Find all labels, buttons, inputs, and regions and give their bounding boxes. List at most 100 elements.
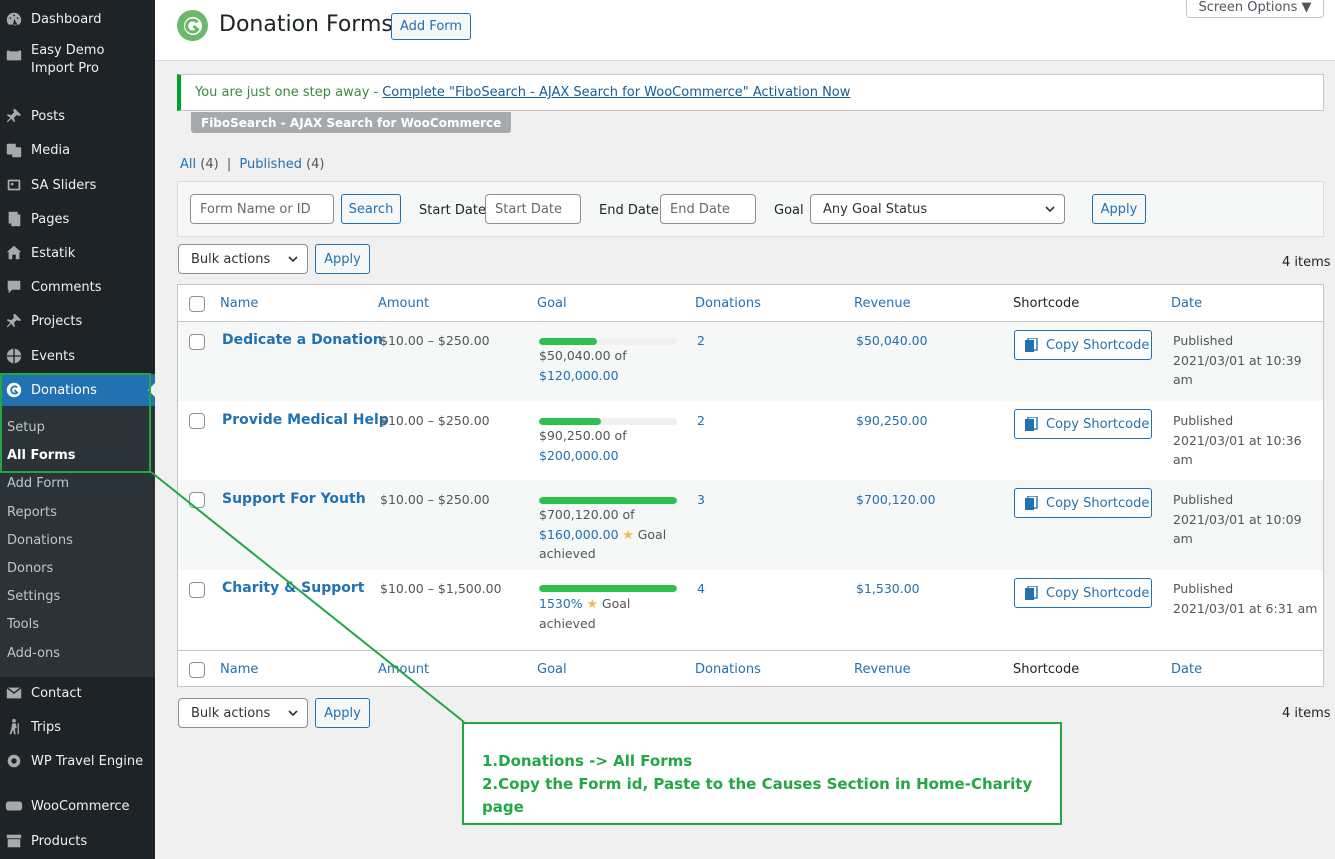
- form-title-link[interactable]: Charity & Support: [222, 579, 364, 599]
- form-title-link[interactable]: Support For Youth: [222, 490, 366, 510]
- screen-options-button[interactable]: Screen Options ▼: [1186, 0, 1324, 18]
- menu-projects[interactable]: Projects: [0, 306, 155, 336]
- goal-target-link[interactable]: $120,000.00: [539, 368, 619, 383]
- copy-shortcode-button[interactable]: Copy Shortcode: [1014, 578, 1152, 608]
- goal-target-link[interactable]: $200,000.00: [539, 448, 619, 463]
- goal-status-select[interactable]: Any Goal Status: [810, 194, 1065, 224]
- select-all-checkbox[interactable]: [189, 296, 205, 312]
- form-title-link[interactable]: Provide Medical Help: [222, 411, 389, 431]
- menu-label: Products: [31, 833, 88, 849]
- goal-text: 1530% ★ Goal achieved: [539, 594, 684, 633]
- goal-percent-link[interactable]: 1530%: [539, 596, 583, 611]
- row-checkbox[interactable]: [189, 582, 205, 598]
- table-row: Support For Youth $10.00 – $250.00 $700,…: [178, 480, 1323, 570]
- donations-count-link[interactable]: 3: [697, 490, 705, 510]
- submenu-all-forms[interactable]: All Forms: [7, 448, 75, 463]
- search-button[interactable]: Search: [341, 194, 401, 224]
- end-date-input[interactable]: End Date: [660, 194, 756, 224]
- column-revenue-footer[interactable]: Revenue: [854, 662, 911, 677]
- column-goal[interactable]: Goal: [537, 296, 567, 311]
- menu-estatik[interactable]: Estatik: [0, 238, 155, 268]
- submenu-add-form[interactable]: Add Form: [7, 476, 69, 491]
- bulk-actions-value: Bulk actions: [191, 251, 271, 267]
- column-donations-footer[interactable]: Donations: [695, 662, 761, 677]
- start-date-input[interactable]: Start Date: [485, 194, 581, 224]
- filter-apply-button[interactable]: Apply: [1092, 194, 1146, 224]
- column-amount[interactable]: Amount: [378, 296, 429, 311]
- row-checkbox[interactable]: [189, 492, 205, 508]
- submenu-donors[interactable]: Donors: [7, 561, 53, 576]
- form-title-link[interactable]: Dedicate a Donation: [222, 331, 383, 351]
- clipboard-icon: [1025, 338, 1038, 352]
- goal-progress-fill: [539, 418, 602, 425]
- revenue-link[interactable]: $50,040.00: [856, 331, 928, 351]
- revenue-link[interactable]: $90,250.00: [856, 411, 928, 431]
- notice-activation-link[interactable]: Complete "FiboSearch - AJAX Search for W…: [382, 85, 850, 100]
- menu-dashboard[interactable]: Dashboard: [0, 4, 155, 34]
- bulk-apply-button-bottom[interactable]: Apply: [315, 698, 370, 728]
- menu-easy-demo-import[interactable]: Easy Demo Import Pro: [0, 42, 130, 86]
- submenu-reports[interactable]: Reports: [7, 505, 57, 520]
- donations-count-link[interactable]: 2: [697, 331, 705, 351]
- donations-count-link[interactable]: 4: [697, 579, 705, 599]
- view-all-count: (4): [200, 157, 219, 172]
- view-all-link[interactable]: All: [180, 157, 196, 172]
- menu-donations[interactable]: Donations: [0, 374, 155, 406]
- goal-progress-fill: [539, 338, 597, 345]
- filter-bar: Form Name or ID Search Start Date Start …: [177, 181, 1324, 237]
- submenu-tools[interactable]: Tools: [7, 617, 39, 632]
- submenu-settings[interactable]: Settings: [7, 589, 60, 604]
- menu-label: Trips: [31, 719, 62, 735]
- menu-label: Events: [31, 348, 76, 364]
- bulk-apply-button-top[interactable]: Apply: [315, 244, 370, 274]
- menu-woocommerce[interactable]: WooCommerce: [0, 791, 155, 821]
- column-goal-footer[interactable]: Goal: [537, 662, 567, 677]
- menu-products[interactable]: Products: [0, 826, 155, 856]
- menu-comments[interactable]: Comments: [0, 272, 155, 302]
- form-amount: $10.00 – $1,500.00: [380, 581, 502, 596]
- copy-shortcode-button[interactable]: Copy Shortcode: [1014, 488, 1152, 518]
- archive-icon: [4, 831, 24, 851]
- column-date-footer[interactable]: Date: [1171, 662, 1202, 677]
- form-search-input[interactable]: Form Name or ID: [190, 194, 334, 224]
- menu-wp-travel-engine[interactable]: WP Travel Engine: [0, 746, 155, 776]
- submenu-donations[interactable]: Donations: [7, 533, 73, 548]
- donations-count-link[interactable]: 2: [697, 411, 705, 431]
- menu-contact[interactable]: Contact: [0, 678, 155, 708]
- goal-text: $90,250.00 of $200,000.00: [539, 426, 684, 465]
- menu-events[interactable]: Events: [0, 341, 155, 371]
- menu-sa-sliders[interactable]: SA Sliders: [0, 170, 155, 200]
- bulk-actions-select-top[interactable]: Bulk actions: [178, 244, 308, 274]
- form-date: Published 2021/03/01 at 10:39 am: [1173, 331, 1323, 390]
- column-name-footer[interactable]: Name: [220, 662, 258, 677]
- column-date[interactable]: Date: [1171, 296, 1202, 311]
- items-count-top: 4 items: [1282, 255, 1331, 270]
- page-title: Donation Forms: [219, 12, 393, 37]
- row-checkbox[interactable]: [189, 413, 205, 429]
- revenue-link[interactable]: $700,120.00: [856, 490, 936, 510]
- column-donations[interactable]: Donations: [695, 296, 761, 311]
- row-checkbox[interactable]: [189, 334, 205, 350]
- start-date-label: Start Date: [419, 203, 486, 218]
- page-header: Donation Forms Add Form Screen Options ▼: [155, 0, 1335, 61]
- menu-trips[interactable]: Trips: [0, 712, 155, 742]
- revenue-link[interactable]: $1,530.00: [856, 579, 920, 599]
- column-revenue[interactable]: Revenue: [854, 296, 911, 311]
- view-published-link[interactable]: Published: [239, 157, 302, 172]
- pin-icon: [4, 311, 24, 331]
- import-icon: [4, 45, 24, 65]
- menu-posts[interactable]: Posts: [0, 101, 155, 131]
- copy-shortcode-button[interactable]: Copy Shortcode: [1014, 330, 1152, 360]
- column-amount-footer[interactable]: Amount: [378, 662, 429, 677]
- submenu-setup[interactable]: Setup: [7, 420, 45, 435]
- menu-media[interactable]: Media: [0, 135, 155, 165]
- goal-target-link[interactable]: $160,000.00: [539, 527, 619, 542]
- add-form-button[interactable]: Add Form: [391, 13, 472, 40]
- comment-icon: [4, 277, 24, 297]
- column-name[interactable]: Name: [220, 296, 258, 311]
- menu-pages[interactable]: Pages: [0, 204, 155, 234]
- select-all-checkbox-footer[interactable]: [189, 662, 205, 678]
- bulk-actions-select-bottom[interactable]: Bulk actions: [178, 698, 308, 728]
- submenu-add-ons[interactable]: Add-ons: [7, 646, 60, 661]
- copy-shortcode-button[interactable]: Copy Shortcode: [1014, 409, 1152, 439]
